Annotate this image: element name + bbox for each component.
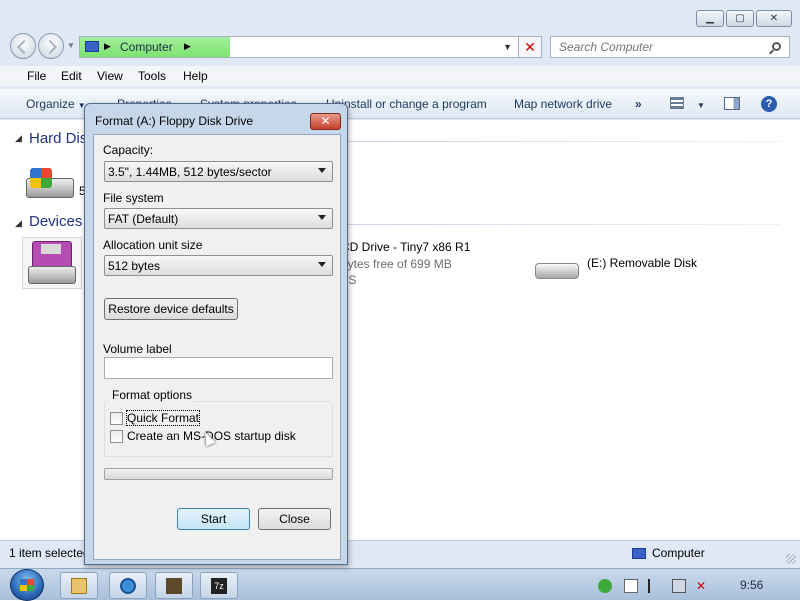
filesystem-label: File system bbox=[103, 191, 164, 205]
document-tray-icon[interactable] bbox=[624, 579, 638, 593]
status-location: Computer bbox=[652, 546, 705, 560]
organize-label: Organize bbox=[26, 97, 75, 111]
allocation-select[interactable]: 512 bytes bbox=[104, 255, 333, 276]
group-divider bbox=[340, 224, 780, 225]
capacity-value: 3.5", 1.44MB, 512 bytes/sector bbox=[108, 165, 272, 179]
menu-edit[interactable]: Edit bbox=[61, 69, 82, 83]
collapse-arrow-icon[interactable]: ◢ bbox=[15, 133, 22, 144]
format-dialog: Format (A:) Floppy Disk Drive ✕ Capacity… bbox=[84, 103, 348, 565]
status-selection-count: 1 item selected bbox=[9, 546, 90, 560]
checkbox-icon[interactable] bbox=[110, 411, 123, 425]
cd-drive-name[interactable]: CD Drive - Tiny7 x86 R1 bbox=[341, 240, 470, 254]
group-divider bbox=[340, 141, 780, 142]
restore-defaults-button[interactable]: Restore device defaults bbox=[104, 298, 238, 320]
close-icon[interactable]: ✕ bbox=[756, 10, 792, 27]
seven-zip-icon: 7z bbox=[211, 578, 227, 594]
map-network-drive-button[interactable]: Map network drive bbox=[514, 97, 612, 111]
volume-label: Volume label bbox=[103, 342, 172, 356]
taskbar-ie-button[interactable] bbox=[109, 572, 147, 599]
network-tray-icon[interactable] bbox=[672, 579, 686, 593]
volume-muted-icon[interactable]: ✕ bbox=[696, 579, 710, 593]
flag-tray-icon[interactable] bbox=[648, 579, 662, 593]
dialog-title: Format (A:) Floppy Disk Drive bbox=[95, 114, 254, 128]
more-commands-button[interactable]: » bbox=[635, 97, 642, 111]
cd-drive-free-space: bytes free of 699 MB bbox=[341, 257, 452, 271]
chevron-down-icon bbox=[318, 215, 326, 220]
quick-format-checkbox[interactable]: Quick Format bbox=[110, 410, 201, 426]
minimize-icon[interactable]: ▁ bbox=[696, 10, 724, 27]
maximize-icon[interactable]: ▢ bbox=[726, 10, 754, 27]
address-dropdown-icon[interactable]: ▼ bbox=[503, 42, 512, 52]
checkbox-icon[interactable] bbox=[110, 429, 123, 443]
removable-disk-icon[interactable] bbox=[535, 263, 579, 279]
filesystem-select[interactable]: FAT (Default) bbox=[104, 208, 333, 229]
taskbar-app-button[interactable] bbox=[155, 572, 193, 599]
quick-format-label[interactable]: Quick Format bbox=[125, 410, 201, 426]
start-button[interactable] bbox=[10, 569, 44, 601]
capacity-label: Capacity: bbox=[103, 143, 154, 157]
menu-help[interactable]: Help bbox=[183, 69, 208, 83]
format-options-label: Format options bbox=[110, 388, 195, 402]
chevron-down-icon bbox=[318, 168, 326, 173]
filesystem-value: FAT (Default) bbox=[108, 212, 179, 226]
help-icon[interactable]: ? bbox=[761, 96, 777, 112]
capacity-select[interactable]: 3.5", 1.44MB, 512 bytes/sector bbox=[104, 161, 333, 182]
view-options-chevron-icon[interactable]: ▼ bbox=[694, 97, 705, 111]
floppy-drive-icon bbox=[28, 266, 76, 284]
menu-view[interactable]: View bbox=[97, 69, 123, 83]
preview-pane-icon[interactable] bbox=[724, 97, 740, 110]
breadcrumb-computer[interactable]: Computer bbox=[120, 40, 173, 54]
recent-pages-icon[interactable]: ▼ bbox=[67, 41, 75, 50]
breadcrumb-arrow-icon[interactable]: ▶ bbox=[104, 41, 111, 52]
format-progress-bar bbox=[104, 468, 333, 480]
change-view-icon[interactable] bbox=[670, 97, 684, 109]
address-bar[interactable]: ▶ Computer ▶ ▼ bbox=[79, 36, 519, 58]
caption-buttons: ▁ ▢ ✕ bbox=[696, 10, 792, 27]
uninstall-button[interactable]: Uninstall or change a program bbox=[326, 97, 487, 111]
search-box[interactable] bbox=[550, 36, 790, 58]
start-button[interactable]: Start bbox=[177, 508, 250, 530]
allocation-label: Allocation unit size bbox=[103, 238, 203, 252]
back-button[interactable] bbox=[10, 33, 36, 59]
forward-button[interactable] bbox=[38, 33, 64, 59]
resize-grip-icon[interactable] bbox=[786, 554, 796, 564]
menu-file[interactable]: File bbox=[27, 69, 46, 83]
taskbar-explorer-button[interactable] bbox=[60, 572, 98, 599]
security-tray-icon[interactable] bbox=[598, 579, 612, 593]
menu-tools[interactable]: Tools bbox=[138, 69, 166, 83]
folder-icon bbox=[71, 578, 87, 594]
search-input[interactable] bbox=[557, 38, 767, 56]
navigation-bar: ▼ ▶ Computer ▶ ▼ ✕ bbox=[0, 32, 800, 62]
organize-button[interactable]: Organize ▼ bbox=[26, 97, 86, 111]
removable-disk-name[interactable]: (E:) Removable Disk bbox=[587, 256, 697, 270]
breadcrumb-arrow-icon[interactable]: ▶ bbox=[184, 41, 191, 52]
volume-label-input[interactable] bbox=[104, 357, 333, 379]
internet-explorer-icon bbox=[120, 578, 136, 594]
taskbar-7zip-button[interactable]: 7z bbox=[200, 572, 238, 599]
windows-logo-icon bbox=[30, 168, 52, 188]
close-button[interactable]: Close bbox=[258, 508, 331, 530]
clock[interactable]: 9:56 bbox=[740, 578, 763, 592]
computer-icon bbox=[632, 548, 646, 559]
menu-bar: File Edit View Tools Help bbox=[0, 66, 800, 86]
app-icon bbox=[166, 578, 182, 594]
dialog-close-icon[interactable]: ✕ bbox=[310, 113, 341, 130]
dialog-body: Capacity: 3.5", 1.44MB, 512 bytes/sector… bbox=[93, 134, 341, 560]
chevron-down-icon bbox=[318, 262, 326, 267]
stop-icon[interactable]: ✕ bbox=[518, 36, 542, 58]
allocation-value: 512 bytes bbox=[108, 259, 161, 273]
taskbar: 7z ✕ 9:56 bbox=[0, 568, 800, 601]
computer-icon bbox=[85, 41, 99, 52]
collapse-arrow-icon[interactable]: ◢ bbox=[15, 218, 22, 229]
search-icon[interactable] bbox=[772, 42, 781, 51]
